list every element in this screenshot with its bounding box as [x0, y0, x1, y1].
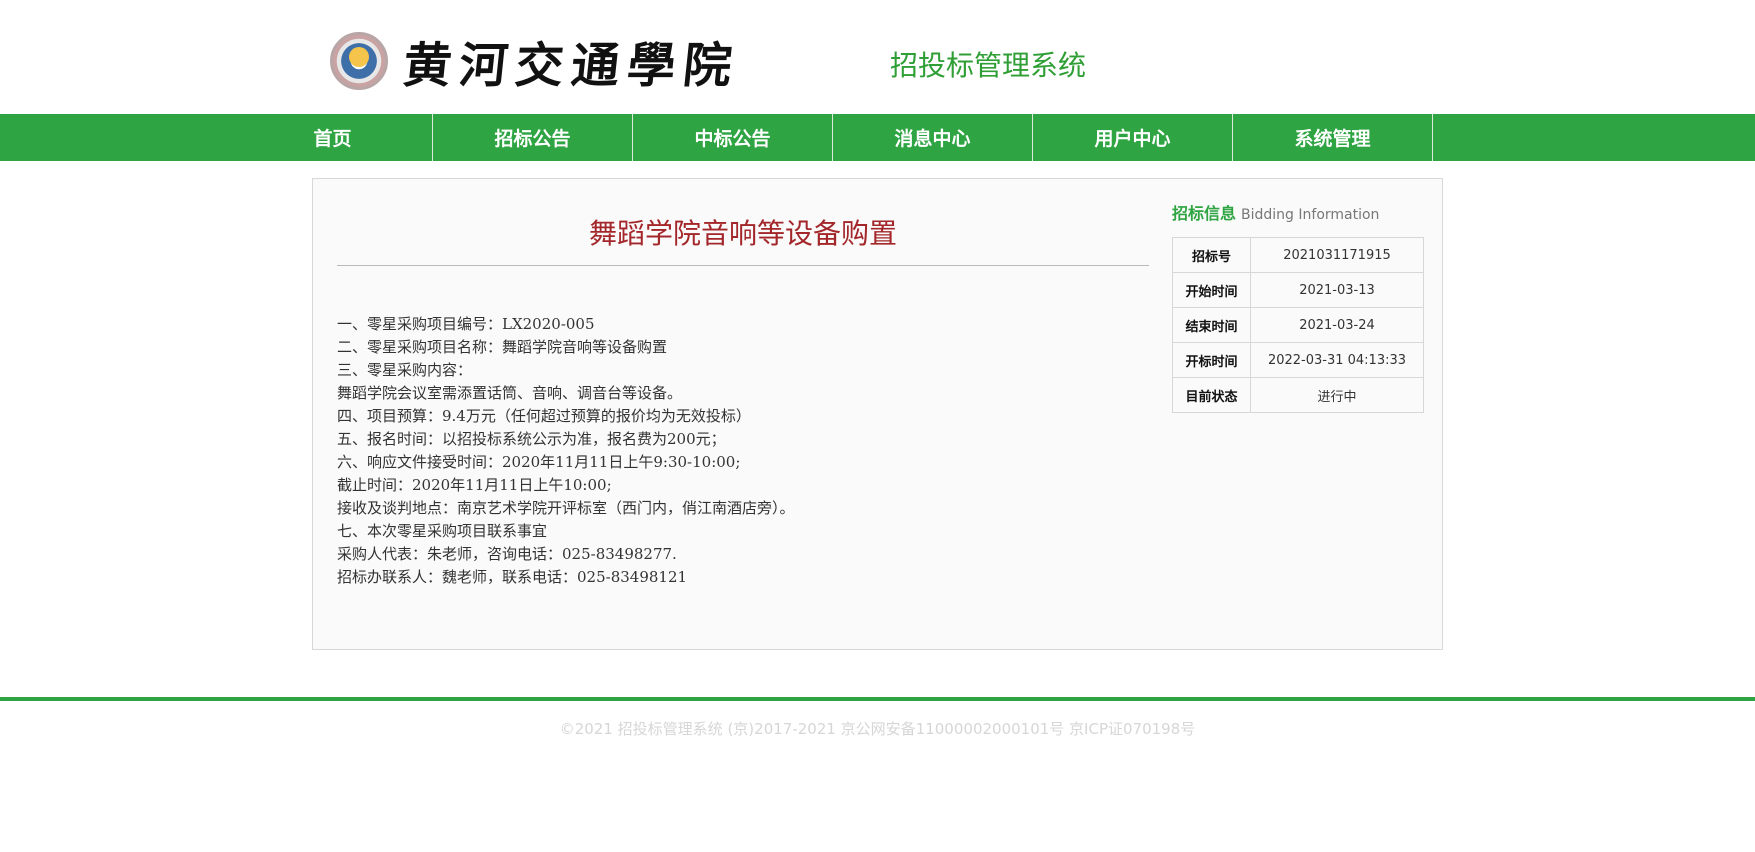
- article-line: 采购人代表：朱老师，咨询电话：025-83498277.: [337, 545, 677, 563]
- opening-time-label: 开标时间: [1172, 342, 1251, 378]
- article-body: 一、零星采购项目编号：LX2020-005 二、零星采购项目名称：舞蹈学院音响等…: [337, 313, 1149, 589]
- article-line: 六、响应文件接受时间：2020年11月11日上午9:30-10:00;: [337, 453, 741, 471]
- nav-system-management[interactable]: 系统管理: [1233, 114, 1433, 161]
- system-title: 招投标管理系统: [890, 49, 1087, 82]
- bidding-info-sidebar: 招标信息 Bidding Information 招标号 202103117191…: [1172, 203, 1428, 413]
- nav-bidding-announcements[interactable]: 招标公告: [433, 114, 633, 161]
- status-value: 进行中: [1250, 377, 1424, 413]
- table-row: 开始时间 2021-03-13: [1172, 272, 1424, 308]
- end-time-label: 结束时间: [1172, 307, 1251, 343]
- nav-message-center[interactable]: 消息中心: [833, 114, 1033, 161]
- bidding-info-title-cn: 招标信息: [1172, 204, 1237, 223]
- bid-number-label: 招标号: [1172, 237, 1251, 273]
- start-time-label: 开始时间: [1172, 272, 1251, 308]
- bidding-info-title-en: Bidding Information: [1241, 207, 1380, 223]
- article-line: 接收及谈判地点：南京艺术学院开评标室（西门内，俏江南酒店旁）。: [337, 499, 795, 517]
- bidding-info-heading: 招标信息 Bidding Information: [1172, 203, 1428, 225]
- article-line: 五、报名时间：以招投标系统公示为准，报名费为200元；: [337, 430, 726, 448]
- table-row: 目前状态 进行中: [1172, 377, 1424, 413]
- title-divider: [337, 265, 1149, 266]
- article-line: 一、零星采购项目编号：LX2020-005: [337, 315, 595, 333]
- content-panel: 舞蹈学院音响等设备购置 一、零星采购项目编号：LX2020-005 二、零星采购…: [312, 178, 1443, 650]
- school-name: 黄河交通學院: [400, 38, 743, 94]
- table-row: 开标时间 2022-03-31 04:13:33: [1172, 342, 1424, 378]
- article-line: 四、项目预算：9.4万元（任何超过预算的报价均为无效投标）: [337, 407, 751, 425]
- nav-award-announcements[interactable]: 中标公告: [633, 114, 833, 161]
- start-time-value: 2021-03-13: [1250, 272, 1424, 308]
- article-title: 舞蹈学院音响等设备购置: [588, 217, 897, 250]
- end-time-value: 2021-03-24: [1250, 307, 1424, 343]
- status-label: 目前状态: [1172, 377, 1251, 413]
- article-line: 七、本次零星采购项目联系事宜: [337, 522, 548, 540]
- school-seal-icon: [330, 32, 388, 90]
- opening-time-value: 2022-03-31 04:13:33: [1250, 342, 1424, 378]
- school-logo[interactable]: 黄河交通學院: [330, 28, 743, 94]
- article-line: 三、零星采购内容：: [337, 361, 473, 379]
- table-row: 结束时间 2021-03-24: [1172, 307, 1424, 343]
- nav-home[interactable]: 首页: [233, 114, 433, 161]
- footer-copyright: ©2021 招投标管理系统 (京)2017-2021 京公网安备11000002…: [559, 720, 1196, 738]
- site-header: 黄河交通學院 招投标管理系统: [0, 0, 1755, 114]
- bid-number-value: 2021031171915: [1250, 237, 1424, 273]
- main-navigation: 首页 招标公告 中标公告 消息中心 用户中心 系统管理: [0, 114, 1755, 161]
- article-line: 招标办联系人：魏老师，联系电话：025-83498121: [337, 568, 688, 586]
- nav-user-center[interactable]: 用户中心: [1033, 114, 1233, 161]
- article-line: 截止时间：2020年11月11日上午10:00;: [337, 476, 612, 494]
- article: 舞蹈学院音响等设备购置 一、零星采购项目编号：LX2020-005 二、零星采购…: [337, 207, 1149, 589]
- table-row: 招标号 2021031171915: [1172, 237, 1424, 273]
- footer-divider: [0, 697, 1755, 701]
- bidding-info-table: 招标号 2021031171915 开始时间 2021-03-13 结束时间 2…: [1172, 237, 1424, 413]
- article-line: 二、零星采购项目名称：舞蹈学院音响等设备购置: [337, 338, 668, 356]
- article-line: 舞蹈学院会议室需添置话筒、音响、调音台等设备。: [337, 384, 683, 402]
